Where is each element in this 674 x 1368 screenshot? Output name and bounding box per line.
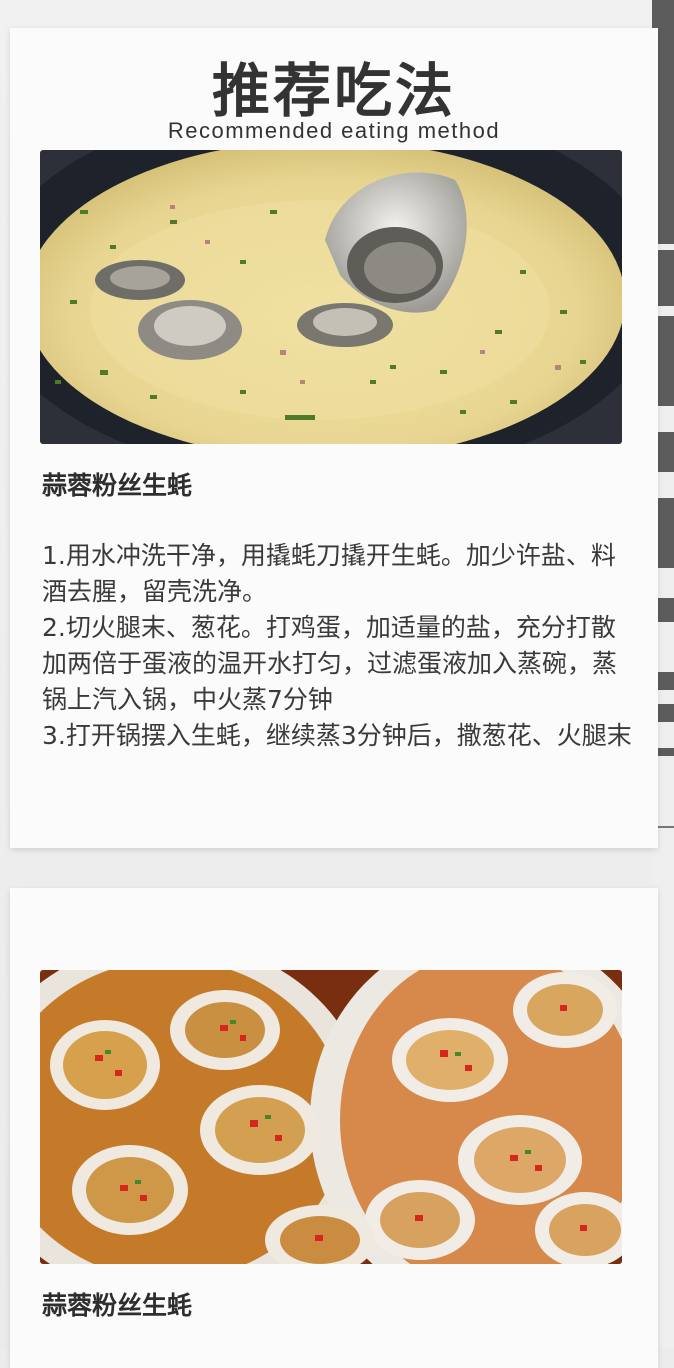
recipe-step: 1.用水冲洗干净，用撬蚝刀撬开生蚝。加少许盐、料酒去腥，留壳洗净。 bbox=[42, 541, 616, 606]
garlic-vermicelli-oyster-image bbox=[40, 970, 622, 1264]
steamed-egg-oyster-photo bbox=[40, 150, 622, 444]
recipe-step: 2.切火腿末、葱花。打鸡蛋，加适量的盐，充分打散加两倍于蛋液的温开水打匀，过滤蛋… bbox=[42, 613, 618, 714]
recipe-steps: 1.用水冲洗干净，用撬蚝刀撬开生蚝。加少许盐、料酒去腥，留壳洗净。 2.切火腿末… bbox=[42, 538, 638, 754]
recipe-step: 3.打开锅摆入生蚝，继续蒸3分钟后，撒葱花、火腿末 bbox=[42, 721, 632, 750]
recipe-card: 推荐吃法 Recommended eating method 蒜蓉粉丝生蚝 1.… bbox=[10, 28, 658, 848]
recipe-name: 蒜蓉粉丝生蚝 bbox=[42, 471, 193, 500]
steamed-egg-oyster-image bbox=[40, 150, 622, 444]
recipe-card: 蒜蓉粉丝生蚝 bbox=[10, 888, 658, 1368]
garlic-vermicelli-oyster-photo bbox=[40, 970, 622, 1264]
recipe-name: 蒜蓉粉丝生蚝 bbox=[42, 1291, 193, 1320]
section-title: 推荐吃法 bbox=[211, 57, 456, 125]
section-subtitle: Recommended eating method bbox=[167, 118, 501, 143]
